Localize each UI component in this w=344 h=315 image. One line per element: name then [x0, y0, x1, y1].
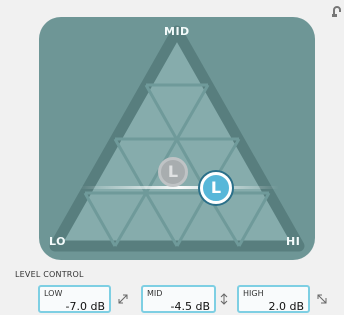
triangle-grid — [49, 25, 305, 252]
corner-label-mid: MID — [164, 25, 190, 38]
vertical-arrows-icon[interactable] — [218, 293, 230, 305]
corner-label-lo: LO — [49, 235, 66, 248]
mid-field-value[interactable]: -4.5 dB — [171, 300, 211, 313]
ghost-handle: L — [158, 157, 188, 187]
corner-label-hi: HI — [286, 235, 301, 248]
diagonal-corner-arrow-icon[interactable] — [316, 293, 328, 305]
low-field-value[interactable]: -7.0 dB — [66, 300, 106, 313]
diagonal-arrows-icon[interactable] — [117, 293, 129, 305]
high-field-label: HIGH — [243, 289, 264, 298]
high-field-value[interactable]: 2.0 dB — [268, 300, 304, 313]
high-level-field[interactable]: HIGH 2.0 dB — [237, 285, 310, 313]
level-highlight-line — [79, 186, 279, 189]
level-control-title: LEVEL CONTROL — [15, 270, 84, 279]
mid-level-field[interactable]: MID -4.5 dB — [141, 285, 216, 313]
mid-field-label: MID — [147, 289, 163, 298]
triangle-panel[interactable]: MID LO HI L L — [39, 17, 315, 260]
low-field-label: LOW — [44, 289, 63, 298]
low-level-field[interactable]: LOW -7.0 dB — [38, 285, 111, 313]
level-handle[interactable]: L — [200, 172, 232, 204]
link-icon[interactable] — [332, 4, 342, 18]
